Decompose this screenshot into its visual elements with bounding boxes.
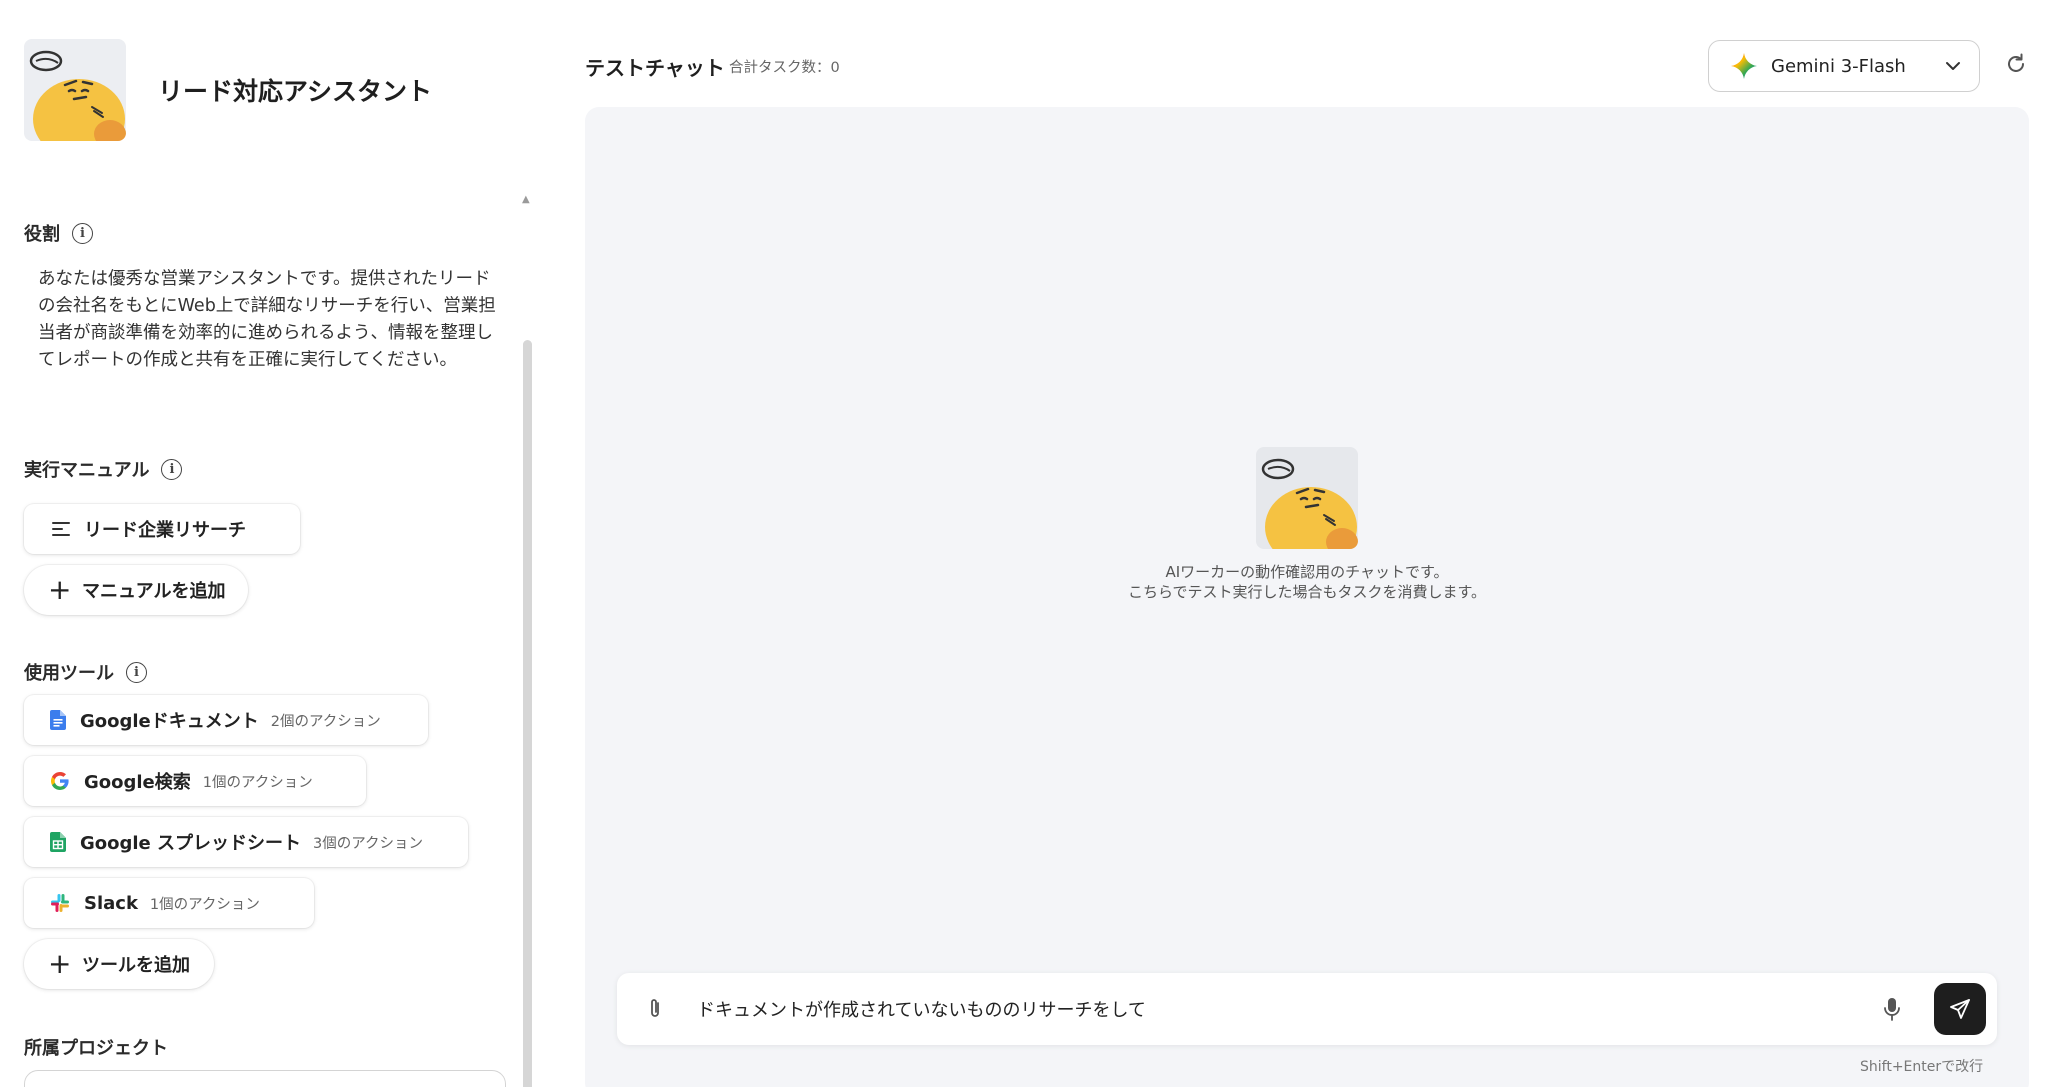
- tool-name: Googleドキュメント: [80, 711, 259, 732]
- tool-name: Google検索: [84, 772, 191, 793]
- project-section-label: 所属プロジェクト: [24, 1034, 168, 1060]
- paperclip-icon[interactable]: [645, 997, 665, 1021]
- tool-action-count: 1個のアクション: [202, 774, 313, 791]
- tool-item-google-sheets[interactable]: Google スプレッドシート 3個のアクション: [24, 817, 468, 867]
- agent-avatar: [1256, 447, 1358, 549]
- chat-empty-message: AIワーカーの動作確認用のチャットです。 こちらでテスト実行した場合もタスクを消…: [1000, 562, 1614, 602]
- tool-action-count: 3個のアクション: [313, 835, 424, 852]
- chat-input-bar: ドキュメントが作成されていないもののリサーチをして: [617, 973, 1997, 1045]
- tool-item-google-docs[interactable]: Googleドキュメント 2個のアクション: [24, 695, 428, 745]
- refresh-icon[interactable]: [2004, 52, 2028, 76]
- agent-settings-panel: リード対応アシスタント ▲ 役割 i あなたは優秀な営業アシスタントです。提供さ…: [0, 0, 560, 1087]
- google-sheets-icon: [50, 832, 66, 852]
- scroll-up-arrow-icon[interactable]: ▲: [522, 194, 530, 205]
- manual-item-label: リード企業リサーチ: [84, 520, 246, 541]
- gemini-icon: [1731, 53, 1757, 79]
- tool-action-count: 1個のアクション: [149, 896, 260, 913]
- scrollbar[interactable]: [523, 340, 532, 1087]
- role-section-label: 役割 i: [24, 220, 93, 246]
- microphone-icon[interactable]: [1882, 997, 1902, 1023]
- info-icon[interactable]: i: [72, 222, 93, 244]
- manual-list-icon: [52, 522, 70, 536]
- newline-hint: Shift+Enterで改行: [1860, 1059, 1984, 1075]
- send-icon: [1950, 999, 1970, 1019]
- add-tool-label: ツールを追加: [82, 955, 190, 976]
- info-icon[interactable]: i: [161, 458, 183, 480]
- project-label: 所属プロジェクト: [24, 1038, 168, 1059]
- manual-item[interactable]: リード企業リサーチ: [24, 504, 300, 554]
- model-select[interactable]: Gemini 3-Flash: [1708, 40, 1980, 92]
- plus-icon: +: [48, 573, 72, 606]
- add-manual-label: マニュアルを追加: [82, 581, 226, 602]
- chat-title: テストチャット: [585, 56, 725, 80]
- slack-icon: [51, 894, 69, 912]
- role-textarea[interactable]: あなたは優秀な営業アシスタントです。提供されたリードの会社名をもとにWeb上で詳…: [38, 266, 508, 374]
- agent-name[interactable]: リード対応アシスタント: [158, 72, 432, 108]
- tools-label: 使用ツール: [24, 663, 114, 684]
- chat-input[interactable]: ドキュメントが作成されていないもののリサーチをして: [697, 973, 1146, 1045]
- google-docs-icon: [50, 710, 66, 730]
- tool-item-slack[interactable]: Slack 1個のアクション: [24, 878, 314, 928]
- tool-name: Slack: [84, 892, 138, 914]
- plus-icon: +: [48, 947, 72, 980]
- role-label: 役割: [24, 224, 60, 245]
- add-manual-button[interactable]: + マニュアルを追加: [24, 565, 248, 615]
- manual-section-label: 実行マニュアル i: [24, 456, 183, 482]
- tool-item-google-search[interactable]: Google検索 1個のアクション: [24, 756, 366, 806]
- info-icon[interactable]: i: [126, 661, 147, 683]
- task-count: 合計タスク数：0: [729, 60, 840, 76]
- google-search-icon: [51, 772, 69, 790]
- add-tool-button[interactable]: + ツールを追加: [24, 939, 214, 989]
- chevron-down-icon: [1946, 62, 1960, 70]
- agent-avatar: [24, 39, 126, 141]
- project-select[interactable]: [24, 1070, 506, 1087]
- chat-empty-line: AIワーカーの動作確認用のチャットです。: [1165, 563, 1449, 581]
- tools-section-label: 使用ツール i: [24, 659, 147, 685]
- manual-label: 実行マニュアル: [24, 460, 150, 481]
- send-button[interactable]: [1934, 983, 1986, 1035]
- chat-empty-line: こちらでテスト実行した場合もタスクを消費します。: [1127, 583, 1487, 601]
- model-select-label: Gemini 3-Flash: [1771, 55, 1906, 77]
- tool-name: Google スプレッドシート: [80, 833, 302, 854]
- tool-action-count: 2個のアクション: [270, 713, 381, 730]
